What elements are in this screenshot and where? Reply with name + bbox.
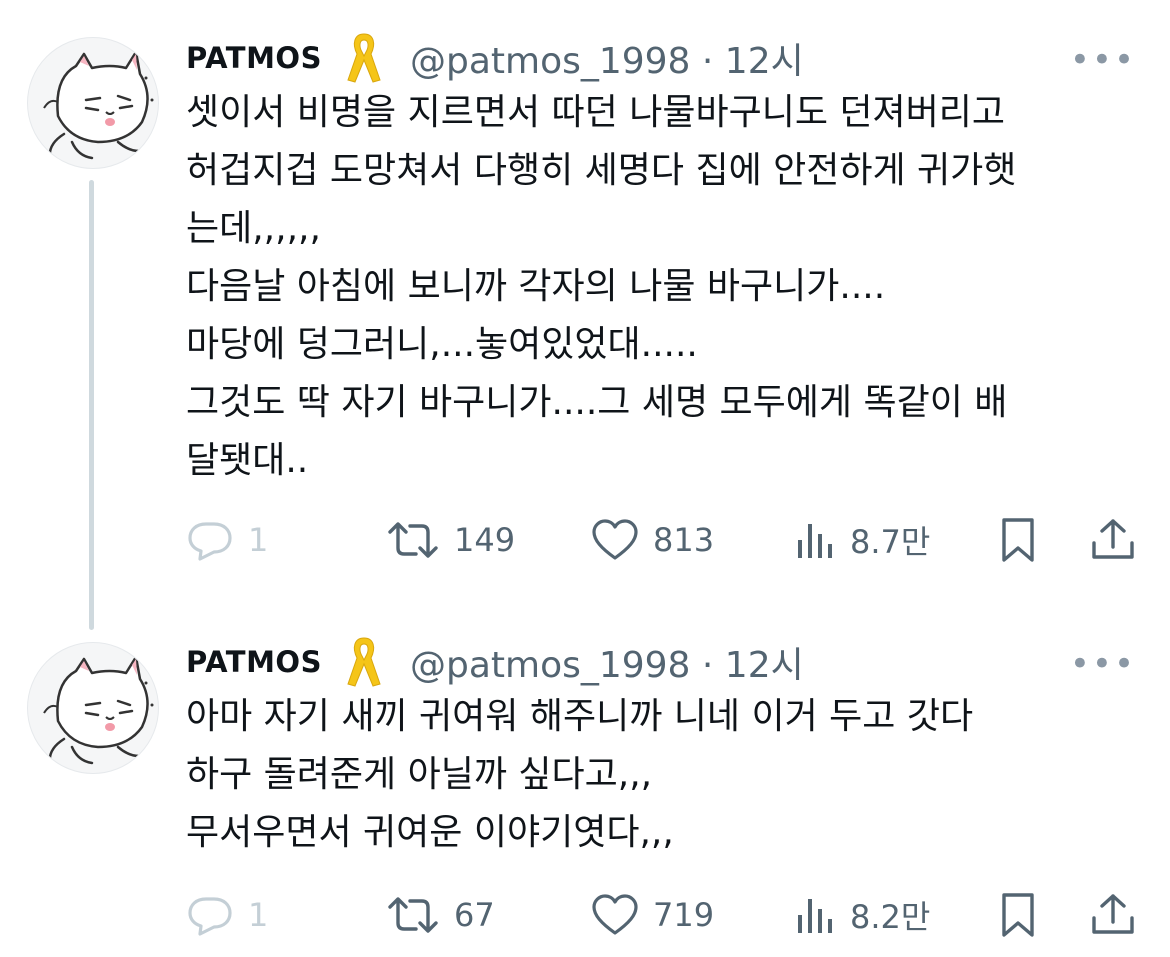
retweet-icon bbox=[388, 522, 438, 558]
avatar[interactable] bbox=[27, 37, 159, 169]
tweet-2[interactable]: PATMOS @patmos_1998 · 12시 ••• 아마 자기 새끼 귀… bbox=[0, 620, 1170, 957]
yellow-ribbon-icon bbox=[347, 637, 381, 687]
tweet-line: 그것도 딱 자기 바구니가....그 세명 모두에게 똑같이 배 bbox=[186, 382, 1008, 423]
tweet-text: 셋이서 비명을 지르면서 따던 나물바구니도 던져버리고 허겁지겁 도망쳐서 다… bbox=[186, 84, 1156, 490]
retweet-icon bbox=[388, 897, 438, 933]
bookmark-icon bbox=[1002, 518, 1034, 562]
tweet-line: 무서우면서 귀여운 이야기엿다,,, bbox=[186, 812, 674, 853]
reply-count: 1 bbox=[248, 521, 269, 559]
like-count: 813 bbox=[653, 521, 715, 559]
reply-button[interactable]: 1 bbox=[186, 515, 268, 565]
bookmark-button[interactable] bbox=[998, 890, 1038, 940]
more-icon[interactable]: ••• bbox=[1070, 644, 1136, 684]
tweet-header: PATMOS @patmos_1998 · 12시 ••• bbox=[186, 637, 1146, 687]
bookmark-icon bbox=[1002, 893, 1034, 937]
reply-button[interactable]: 1 bbox=[186, 890, 268, 940]
views-button[interactable]: 8.2만 bbox=[796, 890, 930, 940]
bookmark-button[interactable] bbox=[998, 515, 1038, 565]
views-count: 8.7만 bbox=[850, 523, 931, 561]
retweet-button[interactable]: 67 bbox=[386, 890, 495, 940]
tweet-text: 아마 자기 새끼 귀여워 해주니까 니네 이거 두고 갓다 하구 돌려준게 아닐… bbox=[186, 688, 1156, 862]
retweet-count: 67 bbox=[454, 896, 495, 934]
like-button[interactable]: 719 bbox=[591, 890, 714, 940]
cat-avatar-icon bbox=[43, 655, 154, 765]
tweet-line: 다음날 아침에 보니까 각자의 나물 바구니가.... bbox=[186, 266, 886, 307]
share-button[interactable] bbox=[1090, 515, 1136, 565]
tweet-header: PATMOS @patmos_1998 · 12시 ••• bbox=[186, 33, 1146, 83]
retweet-button[interactable]: 149 bbox=[386, 515, 515, 565]
author-handle-time[interactable]: @patmos_1998 · 12시 bbox=[410, 32, 804, 84]
more-icon[interactable]: ••• bbox=[1070, 40, 1136, 80]
reply-icon bbox=[188, 897, 232, 936]
share-icon bbox=[1092, 519, 1134, 559]
tweet-line: 하구 돌려준게 아닐까 싶다고,,, bbox=[186, 754, 653, 795]
heart-icon bbox=[592, 519, 638, 560]
cat-avatar-icon bbox=[43, 50, 154, 160]
views-icon bbox=[798, 899, 832, 933]
views-count: 8.2만 bbox=[850, 898, 931, 936]
author-name[interactable]: PATMOS bbox=[186, 645, 322, 679]
reply-icon bbox=[188, 522, 232, 561]
tweet-line: 셋이서 비명을 지르면서 따던 나물바구니도 던져버리고 bbox=[186, 92, 1005, 133]
tweet-line: 허겁지겁 도망쳐서 다행히 세명다 집에 안전하게 귀가햇 bbox=[186, 150, 1017, 191]
views-button[interactable]: 8.7만 bbox=[796, 515, 930, 565]
author-name[interactable]: PATMOS bbox=[186, 41, 322, 75]
reply-count: 1 bbox=[248, 896, 269, 934]
author-handle-time[interactable]: @patmos_1998 · 12시 bbox=[410, 636, 804, 688]
share-icon bbox=[1092, 894, 1134, 934]
like-count: 719 bbox=[653, 896, 715, 934]
avatar[interactable] bbox=[27, 642, 159, 774]
share-button[interactable] bbox=[1090, 890, 1136, 940]
like-button[interactable]: 813 bbox=[591, 515, 714, 565]
yellow-ribbon-icon bbox=[347, 33, 381, 83]
thread-line bbox=[89, 180, 94, 630]
action-bar: 1 67 719 8.2만 bbox=[186, 890, 1136, 940]
tweet-line: 달됏대.. bbox=[186, 440, 309, 481]
heart-icon bbox=[592, 894, 638, 935]
retweet-count: 149 bbox=[454, 521, 516, 559]
tweet-line: 는데,,,,,, bbox=[186, 208, 321, 249]
tweet-1[interactable]: PATMOS @patmos_1998 · 12시 ••• 셋이서 비명을 지르… bbox=[0, 0, 1170, 630]
tweet-line: 마당에 덩그러니,...놓여있었대..... bbox=[186, 324, 698, 365]
action-bar: 1 149 813 8.7만 bbox=[186, 515, 1136, 565]
tweet-line: 아마 자기 새끼 귀여워 해주니까 니네 이거 두고 갓다 bbox=[186, 696, 974, 737]
views-icon bbox=[798, 524, 832, 558]
